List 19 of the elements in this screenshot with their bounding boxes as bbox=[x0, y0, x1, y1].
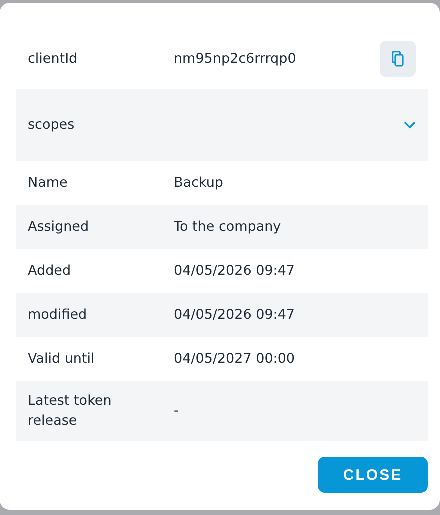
field-value: To the company bbox=[174, 219, 282, 235]
field-value: Backup bbox=[174, 175, 224, 191]
scopes-row[interactable]: scopes bbox=[16, 89, 428, 161]
field-label: scopes bbox=[28, 116, 76, 135]
chevron-icon[interactable] bbox=[404, 121, 416, 129]
field-label: Latest token release bbox=[28, 392, 113, 431]
copy-button[interactable] bbox=[380, 41, 416, 77]
field-value: 04/05/2026 09:47 bbox=[174, 263, 296, 279]
field-label: clientId bbox=[28, 50, 79, 69]
field-value: 04/05/2027 00:00 bbox=[174, 351, 296, 367]
field-label: Valid until bbox=[28, 350, 96, 369]
field-value: 04/05/2026 09:47 bbox=[174, 307, 296, 323]
field-value: - bbox=[174, 403, 180, 419]
field-label: Name bbox=[28, 174, 69, 193]
copy-icon bbox=[392, 51, 404, 67]
field-label: Assigned bbox=[28, 218, 90, 237]
field-label: Added bbox=[28, 262, 72, 281]
field-label: modified bbox=[28, 306, 88, 325]
field-value: nm95np2c6rrrqp0 bbox=[174, 51, 298, 67]
